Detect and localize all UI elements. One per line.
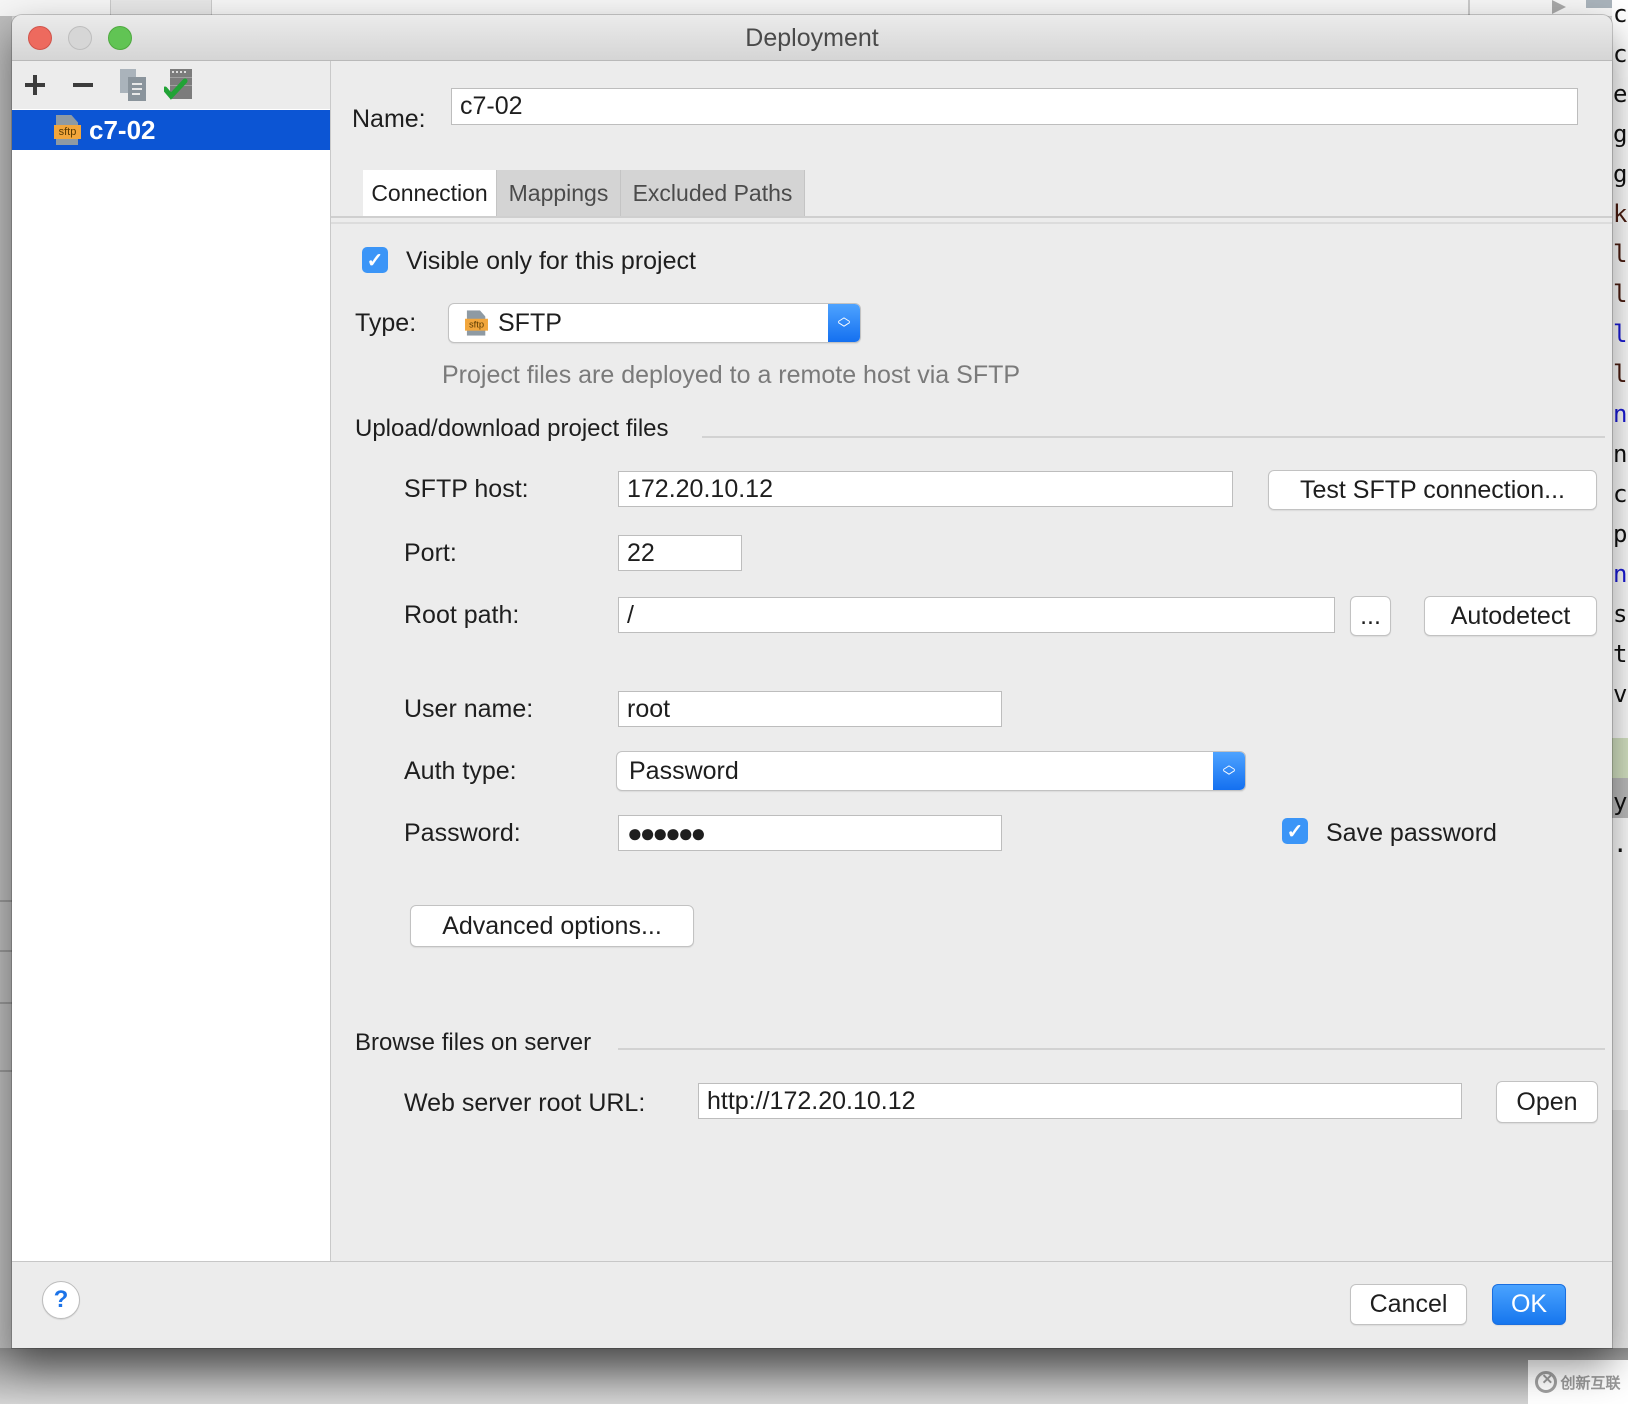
- sftp-icon: sftp: [54, 115, 81, 145]
- sftp-icon: sftp: [465, 310, 488, 336]
- editor-text-fragment: n: [1613, 440, 1628, 468]
- sftp-host-label: SFTP host:: [404, 475, 529, 503]
- visible-only-label: Visible only for this project: [406, 247, 696, 275]
- editor-text-fragment: e: [1613, 80, 1628, 108]
- editor-text-fragment: .: [1613, 830, 1628, 858]
- watermark-logo-icon: [1535, 1371, 1558, 1393]
- password-input[interactable]: ●●●●●●: [618, 815, 1002, 851]
- editor-text-fragment: t: [1613, 640, 1628, 668]
- port-label: Port:: [404, 539, 457, 567]
- tab-divider: [331, 222, 1612, 224]
- help-icon: ?: [53, 1286, 69, 1313]
- web-root-url-label: Web server root URL:: [404, 1089, 646, 1117]
- background-app-left-edge: [0, 16, 12, 1404]
- editor-text-fragment: p: [1613, 520, 1628, 548]
- auth-type-label: Auth type:: [404, 757, 517, 785]
- copy-server-button[interactable]: [116, 69, 150, 101]
- background-stop-icon: [1586, 0, 1612, 8]
- type-value: SFTP: [498, 308, 562, 337]
- tab-mappings[interactable]: Mappings: [497, 170, 621, 216]
- username-label: User name:: [404, 695, 534, 723]
- background-tab: [110, 0, 212, 16]
- type-label: Type:: [355, 309, 417, 337]
- visible-only-checkbox[interactable]: ✓: [362, 247, 388, 273]
- autodetect-button[interactable]: Autodetect: [1424, 596, 1597, 636]
- editor-text-fragment: v: [1613, 680, 1628, 708]
- tab-divider: [331, 216, 1612, 218]
- server-list-item[interactable]: sftp c7-02: [12, 110, 330, 150]
- editor-text-fragment: c: [1613, 0, 1628, 28]
- settings-tabs: Connection Mappings Excluded Paths: [363, 170, 805, 216]
- window-title: Deployment: [745, 24, 879, 52]
- editor-text-fragment: n: [1613, 560, 1628, 588]
- background-run-icon: [1552, 0, 1566, 14]
- dialog-shadow-area: [0, 1348, 1628, 1404]
- sftp-host-input[interactable]: [618, 471, 1233, 507]
- name-input[interactable]: [451, 88, 1578, 125]
- cancel-button[interactable]: Cancel: [1350, 1284, 1467, 1325]
- server-check-icon: [164, 69, 192, 100]
- ok-button[interactable]: OK: [1492, 1284, 1566, 1325]
- editor-text-fragment: g: [1613, 160, 1628, 188]
- root-path-label: Root path:: [404, 601, 520, 629]
- title-bar[interactable]: Deployment: [12, 15, 1612, 61]
- web-root-url-input[interactable]: [698, 1083, 1462, 1119]
- background-editor-edge: cceggkllllnncpnstvy.: [1612, 0, 1628, 1404]
- save-password-label: Save password: [1326, 819, 1497, 847]
- password-label: Password:: [404, 819, 521, 847]
- server-list-toolbar: [12, 61, 330, 109]
- help-button[interactable]: ?: [42, 1281, 80, 1319]
- port-input[interactable]: [618, 535, 742, 571]
- auth-type-select[interactable]: Password ︿ ﹀: [616, 751, 1246, 791]
- editor-text-fragment: l: [1613, 280, 1628, 308]
- copy-icon: [120, 69, 146, 101]
- root-path-input[interactable]: [618, 597, 1335, 633]
- editor-text-fragment: l: [1613, 320, 1628, 348]
- set-default-server-button[interactable]: [162, 69, 196, 101]
- test-connection-button[interactable]: Test SFTP connection...: [1268, 470, 1597, 510]
- editor-text-fragment: s: [1613, 600, 1628, 628]
- editor-text-fragment: k: [1613, 200, 1628, 228]
- type-select[interactable]: sftp SFTP ︿ ﹀: [448, 303, 861, 343]
- background-divider: [1468, 0, 1470, 16]
- editor-text-fragment: l: [1613, 240, 1628, 268]
- footer-divider: [12, 1261, 1612, 1262]
- editor-highlight-line: [1612, 738, 1628, 778]
- chevron-up-down-icon: ︿ ﹀: [1213, 752, 1245, 790]
- open-url-button[interactable]: Open: [1496, 1081, 1598, 1123]
- chevron-up-down-icon: ︿ ﹀: [828, 304, 860, 342]
- server-name-label: c7-02: [89, 114, 156, 145]
- group-divider: [618, 1048, 1605, 1050]
- editor-text-fragment: c: [1613, 480, 1628, 508]
- editor-text-fragment: y: [1613, 788, 1628, 816]
- deployment-dialog: Deployment sftp c7-02 Name: c7-02 Connec…: [12, 15, 1612, 1348]
- editor-text-fragment: n: [1613, 400, 1628, 428]
- tab-connection[interactable]: Connection: [363, 170, 497, 216]
- tab-excluded-paths[interactable]: Excluded Paths: [621, 170, 805, 216]
- username-input[interactable]: [618, 691, 1002, 727]
- editor-text-fragment: c: [1613, 40, 1628, 68]
- server-list-panel: sftp c7-02: [12, 61, 331, 1261]
- watermark-text: 创新互联: [1560, 1374, 1621, 1392]
- name-label: Name:: [352, 105, 426, 133]
- browse-group-title: Browse files on server: [355, 1029, 592, 1056]
- type-description: Project files are deployed to a remote h…: [442, 361, 1021, 389]
- group-divider: [702, 436, 1605, 438]
- browse-root-path-button[interactable]: ...: [1350, 596, 1391, 636]
- remove-server-button[interactable]: [66, 69, 100, 101]
- advanced-options-button[interactable]: Advanced options...: [410, 905, 694, 947]
- watermark: 创新互联: [1528, 1360, 1628, 1404]
- save-password-checkbox[interactable]: ✓: [1282, 818, 1308, 844]
- upload-group-title: Upload/download project files: [355, 415, 669, 442]
- auth-type-value: Password: [629, 756, 739, 785]
- server-settings-panel: Name: Connection Mappings Excluded Paths…: [331, 61, 1612, 1261]
- editor-text-fragment: l: [1613, 360, 1628, 388]
- plus-icon: [25, 75, 45, 95]
- minus-icon: [73, 83, 93, 87]
- add-server-button[interactable]: [18, 69, 52, 101]
- editor-text-fragment: g: [1613, 120, 1628, 148]
